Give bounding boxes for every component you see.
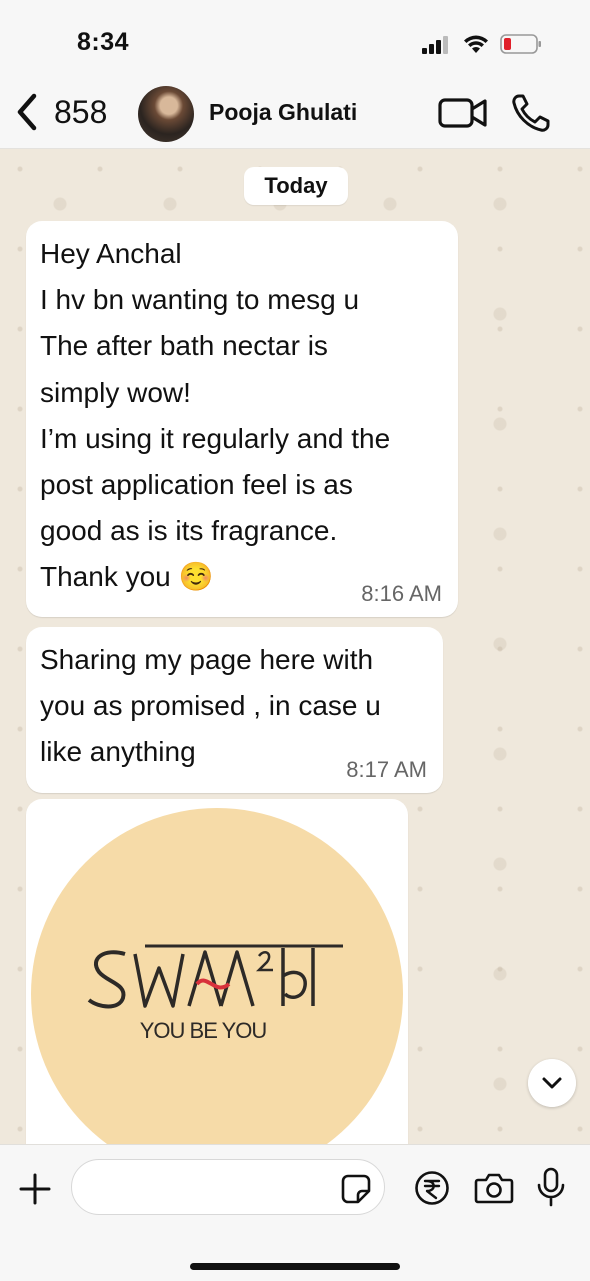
camera-icon[interactable]: [474, 1172, 514, 1204]
message-line: Thank you ☺️: [40, 561, 214, 593]
sticker-icon[interactable]: [340, 1173, 372, 1205]
image-message-bubble[interactable]: YOU BE YOU: [26, 799, 408, 1144]
message-line: simply wow!: [40, 376, 191, 408]
chat-header: 858 Pooja Ghulati: [0, 80, 590, 149]
message-line: Hey Anchal: [40, 238, 182, 269]
cellular-signal-icon: [422, 36, 448, 54]
message-text: Sharing my page here with you as promise…: [40, 637, 381, 776]
contact-name[interactable]: Pooja Ghulati: [209, 99, 357, 126]
message-line: like anything: [40, 736, 196, 768]
message-line: post application feel is as: [40, 469, 353, 501]
message-line: you as promised , in case u: [40, 690, 381, 722]
plus-icon[interactable]: [18, 1172, 52, 1206]
message-timestamp: 8:16 AM: [361, 581, 442, 606]
battery-icon: [500, 34, 541, 54]
scroll-down-button[interactable]: [528, 1059, 576, 1107]
phone-call-icon[interactable]: [510, 92, 552, 134]
back-chevron-icon[interactable]: [12, 92, 42, 132]
video-call-icon[interactable]: [438, 95, 488, 131]
message-text: Hey Anchal I hv bn wanting to mesg u The…: [40, 231, 390, 601]
unread-count[interactable]: 858: [54, 94, 107, 131]
brand-logo: YOU BE YOU: [87, 944, 343, 1043]
message-line: Sharing my page here with: [40, 644, 374, 675]
message-line: good as is its fragrance.: [40, 515, 338, 547]
shared-image[interactable]: YOU BE YOU: [31, 804, 403, 1144]
status-time: 8:34: [77, 28, 130, 56]
message-input[interactable]: [71, 1159, 385, 1215]
rupee-payment-icon[interactable]: [414, 1170, 450, 1206]
home-indicator: [190, 1263, 400, 1270]
contact-avatar[interactable]: [138, 86, 194, 142]
logo-tagline: YOU BE YOU: [140, 1018, 267, 1043]
message-timestamp: 8:17 AM: [346, 757, 427, 782]
status-bar: 8:34: [0, 0, 590, 80]
message-bubble[interactable]: Sharing my page here with you as promise…: [26, 627, 443, 793]
microphone-icon[interactable]: [536, 1167, 566, 1207]
composer-bar: [0, 1144, 590, 1281]
message-line: I hv bn wanting to mesg u: [40, 284, 360, 316]
date-separator: Today: [244, 167, 348, 205]
chat-area[interactable]: Today Hey Anchal I hv bn wanting to mesg…: [0, 149, 590, 1144]
message-line: The after bath nectar is: [40, 330, 328, 362]
wifi-icon: [464, 35, 488, 53]
message-bubble[interactable]: Hey Anchal I hv bn wanting to mesg u The…: [26, 221, 458, 617]
message-line: I’m using it regularly and the: [40, 422, 391, 454]
